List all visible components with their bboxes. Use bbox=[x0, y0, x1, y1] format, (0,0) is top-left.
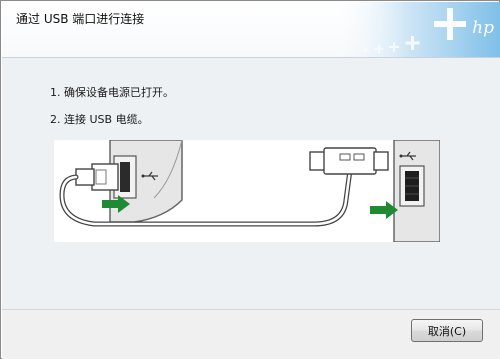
cancel-button[interactable]: 取消(C) bbox=[411, 319, 483, 342]
hp-logo-text: hp bbox=[472, 18, 494, 38]
dialog-header: 通过 USB 端口进行连接 hp bbox=[2, 2, 500, 57]
dialog-footer: 取消(C) bbox=[2, 309, 500, 359]
dialog-title: 通过 USB 端口进行连接 bbox=[16, 12, 145, 26]
step-2-text: 2. 连接 USB 电缆。 bbox=[50, 113, 149, 126]
usb-connection-illustration bbox=[54, 139, 441, 243]
dialog-content: 1. 确保设备电源已打开。 2. 连接 USB 电缆。 bbox=[2, 58, 500, 309]
usb-connection-dialog: 通过 USB 端口进行连接 hp 1. 确保设备电源已打开。 2. 连接 USB… bbox=[0, 0, 500, 359]
hp-brand-graphic: hp bbox=[330, 2, 500, 57]
step-1-text: 1. 确保设备电源已打开。 bbox=[50, 86, 174, 99]
